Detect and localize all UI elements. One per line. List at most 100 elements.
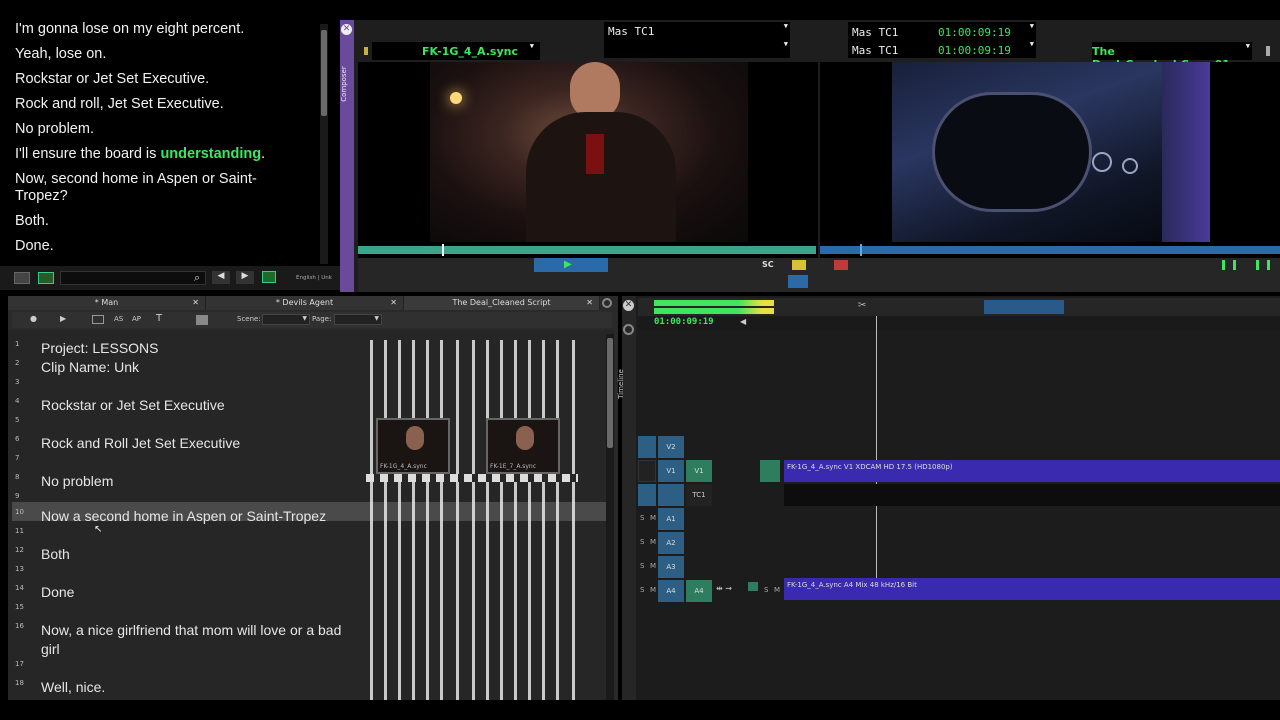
track-lock-icon[interactable] bbox=[748, 582, 758, 591]
scissors-icon[interactable]: ✂ bbox=[858, 300, 866, 311]
script-content[interactable]: 1 Project: LESSONS 2 Clip Name: Unk 3 4 Roc… bbox=[8, 330, 614, 700]
script-line[interactable]: Now a second home in Aspen or Saint-Trop… bbox=[41, 508, 326, 524]
track-monitor-icon[interactable] bbox=[638, 436, 656, 458]
track-monitor-icon[interactable] bbox=[638, 484, 656, 506]
waveform-icon[interactable]: ⇹ ⇝ bbox=[716, 584, 732, 593]
as-button[interactable]: AS bbox=[114, 315, 123, 323]
script-line[interactable]: Well, nice. bbox=[41, 679, 105, 695]
take-line[interactable] bbox=[472, 340, 475, 700]
mute-button[interactable]: M bbox=[650, 538, 656, 546]
lift-icon[interactable] bbox=[834, 260, 848, 270]
prev-arrow-icon[interactable]: ◀ bbox=[212, 271, 230, 284]
take-line[interactable] bbox=[500, 340, 503, 700]
scroll-thumb[interactable] bbox=[607, 338, 613, 448]
video-clip[interactable]: FK-1G_4_A.sync V1 XDCAM HD 17.5 (HD1080p… bbox=[784, 460, 1280, 482]
transcript-line[interactable]: Both. bbox=[15, 213, 49, 230]
take-line[interactable] bbox=[542, 340, 545, 700]
trim-icon[interactable] bbox=[1256, 260, 1270, 270]
solo-button[interactable]: S bbox=[640, 562, 644, 570]
take-line[interactable] bbox=[514, 340, 517, 700]
dropdown-icon[interactable]: ▼ bbox=[1030, 40, 1034, 48]
close-icon[interactable]: ✕ bbox=[192, 296, 199, 310]
scroll-thumb[interactable] bbox=[321, 30, 327, 116]
take-markers[interactable] bbox=[366, 474, 578, 482]
source-track-v1[interactable]: V1 bbox=[686, 460, 712, 482]
tab-man[interactable]: * Man ✕ bbox=[8, 296, 206, 310]
source-monitor[interactable] bbox=[358, 62, 818, 264]
take-line[interactable] bbox=[572, 340, 575, 700]
close-icon[interactable]: ✕ bbox=[586, 296, 593, 310]
mute-button[interactable]: M bbox=[650, 586, 656, 594]
menu-icon[interactable] bbox=[14, 272, 30, 284]
script-line[interactable]: Rock and Roll Jet Set Executive bbox=[41, 435, 240, 451]
take-line[interactable] bbox=[528, 340, 531, 700]
highlighted-word[interactable]: understanding bbox=[160, 146, 261, 162]
transcript-line[interactable]: I'm gonna lose on my eight percent. bbox=[15, 21, 244, 38]
track-v1[interactable]: V1 bbox=[658, 460, 684, 482]
dropdown-icon[interactable]: ▼ bbox=[1030, 22, 1034, 30]
text-icon[interactable]: T bbox=[156, 313, 162, 324]
take-line[interactable] bbox=[370, 340, 373, 700]
dropdown-icon[interactable]: ▼ bbox=[1246, 42, 1250, 50]
transcript-line[interactable]: I'll ensure the board is understanding. bbox=[15, 146, 265, 163]
script-line[interactable]: Done bbox=[41, 584, 74, 600]
source-tc-display[interactable]: Mas TC1 ▼ ▼ bbox=[604, 22, 790, 58]
record-clip-name[interactable]: The Deal_Co...hed.Copy.01 ▼ bbox=[1092, 42, 1252, 71]
script-line[interactable]: Project: LESSONS bbox=[41, 340, 159, 356]
transcript-line[interactable]: Yeah, lose on. bbox=[15, 46, 106, 63]
record-icon[interactable]: ● bbox=[30, 314, 37, 323]
position-marker[interactable] bbox=[860, 244, 862, 256]
take-line[interactable] bbox=[440, 340, 443, 700]
script-line[interactable]: Now, a nice girlfriend that mom will lov… bbox=[41, 622, 341, 638]
segment-tools[interactable] bbox=[984, 300, 1064, 314]
transcript-scrollbar[interactable] bbox=[320, 24, 328, 264]
take-line[interactable] bbox=[426, 340, 429, 700]
tab-devils-agent[interactable]: * Devils Agent ✕ bbox=[206, 296, 404, 310]
fast-menu-icon[interactable] bbox=[1266, 46, 1270, 56]
clip-thumbnail[interactable]: FK-1G_4_A.sync bbox=[376, 418, 450, 474]
track-a3[interactable]: A3 bbox=[658, 556, 684, 578]
sync-icon[interactable] bbox=[262, 271, 276, 283]
track-tc1-selector[interactable] bbox=[658, 484, 684, 506]
script-line[interactable]: girl bbox=[41, 641, 60, 657]
window-menu-icon[interactable] bbox=[602, 298, 612, 308]
playhead[interactable] bbox=[876, 316, 877, 600]
audio-clip[interactable]: FK-1G_4_A.sync A4 Mix 48 kHz/16 Bit bbox=[784, 578, 1280, 600]
mute-button[interactable]: M bbox=[650, 514, 656, 522]
track-monitor-icon[interactable] bbox=[638, 460, 656, 482]
source-position-bar[interactable] bbox=[358, 244, 816, 256]
search-icon[interactable]: ⌕ bbox=[194, 271, 200, 285]
take-line[interactable] bbox=[384, 340, 387, 700]
page-dropdown[interactable]: ▼ bbox=[334, 314, 382, 325]
add-edit-icon[interactable] bbox=[788, 275, 808, 288]
track-a4[interactable]: A4 bbox=[658, 580, 684, 602]
script-line[interactable]: Both bbox=[41, 546, 70, 562]
grid-icon[interactable] bbox=[92, 315, 104, 324]
record-tc-display[interactable]: Mas TC1 01:00:09:19 Mas TC1 01:00:09:19 … bbox=[848, 22, 1036, 58]
track-arrow-icon[interactable]: ◀ bbox=[740, 317, 746, 326]
take-line[interactable] bbox=[486, 340, 489, 700]
source-track-a4[interactable]: A4 bbox=[686, 580, 712, 602]
script-scrollbar[interactable] bbox=[606, 334, 614, 700]
take-line[interactable] bbox=[456, 340, 459, 700]
transcript-line[interactable]: No problem. bbox=[15, 121, 94, 138]
source-clip-name[interactable]: FK-1G_4_A.sync ▼ bbox=[372, 42, 540, 60]
link-icon[interactable] bbox=[38, 272, 54, 284]
sc-button[interactable]: SC bbox=[762, 260, 774, 269]
search-input[interactable] bbox=[60, 271, 206, 285]
take-line[interactable] bbox=[398, 340, 401, 700]
transcript-line[interactable]: Rock and roll, Jet Set Executive. bbox=[15, 96, 224, 113]
clip-thumbnail[interactable]: FK-1E_7_A.sync bbox=[486, 418, 560, 474]
track-a1[interactable]: A1 bbox=[658, 508, 684, 530]
transcript-line[interactable]: Tropez? bbox=[15, 188, 68, 205]
composer-side-tab[interactable]: ✕ Composer bbox=[340, 20, 354, 292]
transcript-line[interactable]: Now, second home in Aspen or Saint- bbox=[15, 171, 257, 188]
script-line[interactable]: Rockstar or Jet Set Executive bbox=[41, 397, 225, 413]
script-line[interactable]: Clip Name: Unk bbox=[41, 359, 139, 375]
track-tc1[interactable]: TC1 bbox=[686, 484, 712, 506]
ap-button[interactable]: AP bbox=[132, 315, 141, 323]
tab-the-deal-cleaned-script[interactable]: The Deal_Cleaned Script ✕ bbox=[404, 296, 600, 310]
overwrite-icon[interactable] bbox=[792, 260, 806, 270]
trim-icon[interactable] bbox=[1222, 260, 1236, 270]
dropdown-icon[interactable]: ▼ bbox=[784, 40, 788, 48]
